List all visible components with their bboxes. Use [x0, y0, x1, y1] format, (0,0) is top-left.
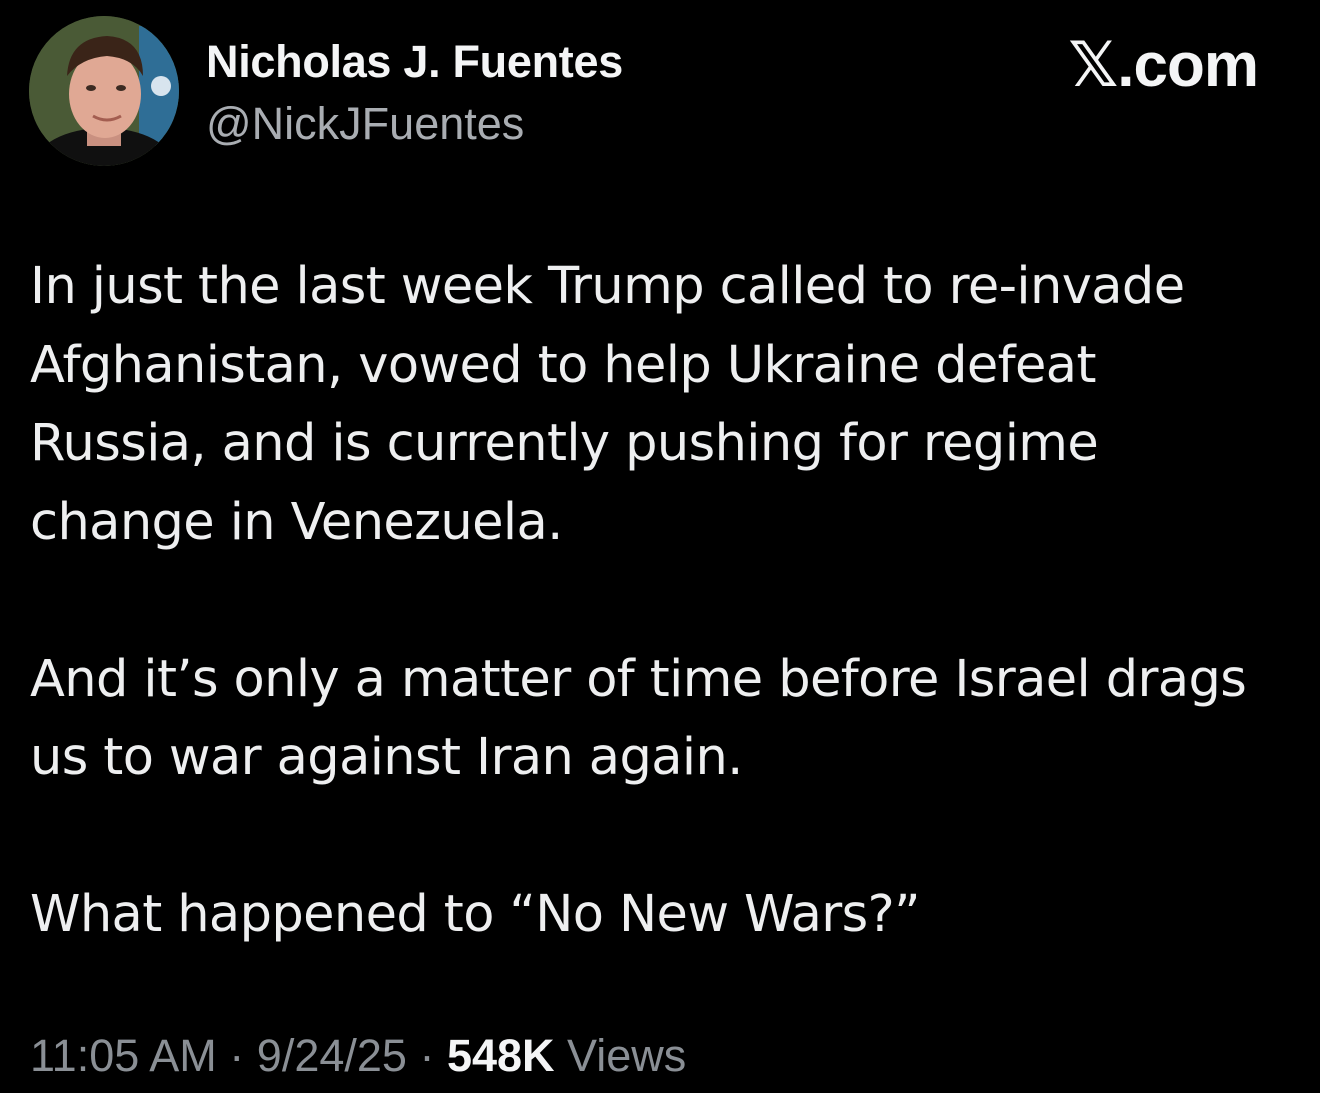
tweet-line: In just the last week Trump called to re… — [30, 257, 1185, 316]
tweet-time[interactable]: 11:05 AM — [30, 1030, 217, 1081]
meta-separator: · — [216, 1030, 257, 1081]
tweet-paragraph: And it’s only a matter of time before Is… — [30, 641, 1290, 798]
tweet-meta: 11:05 AM · 9/24/25 · 548K Views — [30, 1030, 686, 1082]
tweet-text: In just the last week Trump called to re… — [30, 248, 1290, 955]
author-display-name[interactable]: Nicholas J. Fuentes — [206, 36, 623, 88]
tweet-date[interactable]: 9/24/25 — [257, 1030, 407, 1081]
tweet-line: Russia, and is currently pushing for reg… — [30, 414, 1099, 473]
tweet-line: What happened to “No New Wars?” — [30, 885, 920, 944]
tweet-paragraph: In just the last week Trump called to re… — [30, 248, 1290, 562]
author-handle[interactable]: @NickJFuentes — [206, 98, 524, 150]
tweet-line: change in Venezuela. — [30, 492, 563, 552]
avatar[interactable] — [29, 16, 179, 166]
views-count: 548K — [446, 1030, 555, 1081]
profile-photo-icon — [29, 16, 179, 166]
x-logo: 𝕏.com — [1068, 31, 1259, 100]
tweet-line: And it’s only a matter of time before Is… — [30, 649, 1247, 709]
meta-separator: · — [406, 1030, 447, 1081]
tweet-line: us to war against Iran again. — [30, 728, 743, 787]
tweet-line: Afghanistan, vowed to help Ukraine defea… — [30, 335, 1096, 395]
tweet-paragraph: What happened to “No New Wars?” — [30, 876, 1290, 955]
views-label: Views — [567, 1030, 687, 1081]
